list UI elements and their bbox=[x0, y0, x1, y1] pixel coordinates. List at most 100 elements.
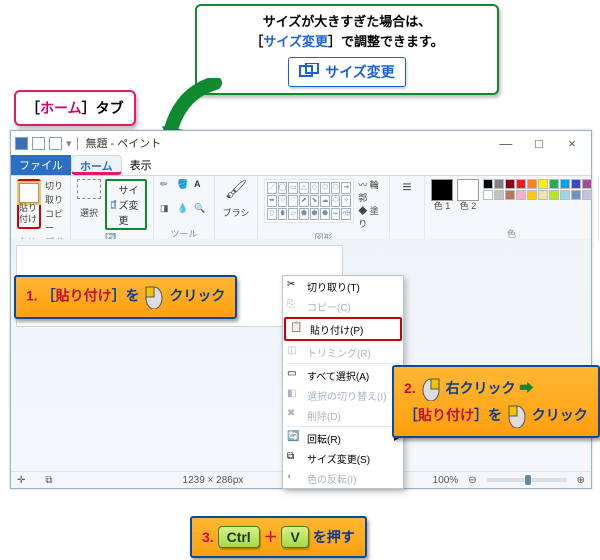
paste-icon: 📋 bbox=[290, 322, 304, 336]
resize-button-sample[interactable]: サイズ変更 bbox=[288, 57, 406, 87]
color-palette[interactable] bbox=[483, 179, 592, 200]
zoom-icon[interactable]: 🔍 bbox=[194, 203, 208, 217]
copy-icon: ⎘ bbox=[287, 299, 301, 313]
palette-swatch[interactable] bbox=[560, 190, 570, 200]
palette-swatch[interactable] bbox=[549, 179, 559, 189]
resize-icon bbox=[111, 200, 116, 210]
window-title: 無題 - ペイント bbox=[85, 135, 161, 151]
copy-button[interactable]: コピー bbox=[45, 207, 64, 235]
fill-icon[interactable]: 🪣 bbox=[177, 179, 191, 193]
qat-undo-icon[interactable] bbox=[32, 137, 45, 150]
maximize-button[interactable]: □ bbox=[524, 136, 554, 151]
zoom-slider[interactable] bbox=[487, 478, 567, 482]
eraser-icon[interactable]: ◨ bbox=[160, 203, 174, 217]
rotate-icon: 🔄 bbox=[287, 431, 301, 445]
step2-box: 2. 右クリック ➡ ［貼り付け］を クリック bbox=[392, 365, 600, 438]
ctx-swap-selection: ◧選択の切り替え(I) bbox=[283, 385, 403, 405]
ctx-cut[interactable]: ✂切り取り(T) bbox=[283, 276, 403, 296]
group-brush: 🖌ブラシ bbox=[215, 176, 258, 241]
qat-redo-icon[interactable] bbox=[49, 137, 62, 150]
mouse-icon bbox=[422, 377, 440, 401]
home-tab-callout: ［ホーム］タブ bbox=[14, 90, 136, 126]
ctx-trim: ◫トリミング(R) bbox=[283, 342, 403, 362]
ribbon-resize-button[interactable]: サイズ変更 bbox=[105, 179, 147, 230]
ctx-resize[interactable]: ⧉サイズ変更(S) bbox=[283, 448, 403, 468]
qat-save-icon[interactable] bbox=[15, 137, 28, 150]
palette-swatch[interactable] bbox=[538, 179, 548, 189]
shapes-gallery[interactable]: ／◯▭△◇⬠⬡➔ ⬌☆♡⬈⬊☁⬭✧ ⬯⬮▱⬟⬢⬣⬰⬲ bbox=[264, 179, 354, 223]
palette-swatch[interactable] bbox=[582, 179, 592, 189]
palette-swatch[interactable] bbox=[505, 190, 515, 200]
picker-icon[interactable]: 💧 bbox=[177, 203, 191, 217]
palette-swatch[interactable] bbox=[560, 179, 570, 189]
zoom-out-button[interactable]: ⊖ bbox=[468, 475, 476, 486]
ctx-delete: ✖削除(D) bbox=[283, 405, 403, 425]
palette-swatch[interactable] bbox=[527, 179, 537, 189]
palette-swatch[interactable] bbox=[516, 190, 526, 200]
context-menu: ✂切り取り(T) ⎘コピー(C) 📋貼り付け(P) ◫トリミング(R) ▭すべて… bbox=[282, 275, 404, 489]
palette-swatch[interactable] bbox=[494, 179, 504, 189]
pencil-icon[interactable]: ✏ bbox=[160, 179, 174, 193]
ctx-paste[interactable]: 📋貼り付け(P) bbox=[284, 317, 402, 341]
tip-link-word: サイズ変更 bbox=[263, 34, 328, 49]
minimize-button[interactable]: — bbox=[491, 136, 521, 151]
group-tool: ✏ 🪣 A ◨ 💧 🔍 ツール bbox=[154, 176, 215, 241]
arrow-right-icon: ➡ bbox=[519, 380, 533, 396]
text-icon[interactable]: A bbox=[194, 179, 208, 193]
ctx-rotate[interactable]: 🔄回転(R)▸ bbox=[283, 428, 403, 448]
group-shapes: ／◯▭△◇⬠⬡➔ ⬌☆♡⬈⬊☁⬭✧ ⬯⬮▱⬟⬢⬣⬰⬲ 〰 輪郭 ◆ 塗り 図形 bbox=[258, 176, 390, 241]
invert-icon: ◐ bbox=[287, 471, 301, 485]
group-color: 色 1 色 2 色 bbox=[425, 176, 599, 241]
scissors-icon: ✂ bbox=[287, 279, 301, 293]
color1-swatch[interactable] bbox=[431, 179, 453, 201]
swap-icon: ◧ bbox=[287, 388, 301, 402]
tab-home[interactable]: ホーム bbox=[71, 155, 122, 175]
cut-button[interactable]: 切り取り bbox=[45, 179, 64, 207]
canvas-dims: 1239 × 286px bbox=[183, 475, 244, 486]
palette-swatch[interactable] bbox=[571, 190, 581, 200]
color2-swatch[interactable] bbox=[457, 179, 479, 201]
tab-file[interactable]: ファイル bbox=[11, 155, 71, 175]
select-all-icon: ▭ bbox=[287, 368, 301, 382]
palette-swatch[interactable] bbox=[549, 190, 559, 200]
palette-swatch[interactable] bbox=[483, 190, 493, 200]
palette-swatch[interactable] bbox=[505, 179, 515, 189]
ribbon: 貼り付け 切り取り コピー クリップボード 選択 サイズ変更 bbox=[11, 176, 591, 242]
zoom-in-button[interactable]: ⊕ bbox=[577, 475, 585, 486]
select-button[interactable]: 選択 bbox=[77, 179, 101, 219]
home-word: ホーム bbox=[40, 100, 82, 116]
palette-swatch[interactable] bbox=[483, 179, 493, 189]
fill-shape-button[interactable]: ◆ 塗り bbox=[358, 205, 383, 231]
tab-view[interactable]: 表示 bbox=[122, 155, 160, 175]
ctx-invert: ◐色の反転(I) bbox=[283, 468, 403, 488]
step1-box: 1. ［貼り付け］を クリック bbox=[14, 275, 237, 319]
close-button[interactable]: × bbox=[557, 136, 587, 151]
palette-swatch[interactable] bbox=[582, 190, 592, 200]
ctx-copy: ⎘コピー(C) bbox=[283, 296, 403, 316]
palette-swatch[interactable] bbox=[516, 179, 526, 189]
brush-icon: 🖌 bbox=[225, 179, 248, 200]
palette-swatch[interactable] bbox=[527, 190, 537, 200]
crop-icon: ◫ bbox=[287, 345, 301, 359]
ctx-select-all[interactable]: ▭すべて選択(A) bbox=[283, 365, 403, 385]
ribbon-tabs: ファイル ホーム 表示 bbox=[11, 155, 591, 176]
paste-icon bbox=[19, 183, 39, 203]
width-icon[interactable]: ≡ bbox=[402, 179, 411, 197]
palette-swatch[interactable] bbox=[571, 179, 581, 189]
outline-button[interactable]: 〰 輪郭 bbox=[358, 179, 383, 205]
tip-resize-callout: サイズが大きすぎた場合は、 ［サイズ変更］で調整できます。 サイズ変更 bbox=[195, 4, 499, 95]
delete-icon: ✖ bbox=[287, 408, 301, 422]
key-ctrl: Ctrl bbox=[218, 526, 260, 548]
resize-icon: ⧉ bbox=[287, 451, 301, 465]
brush-button[interactable]: 🖌ブラシ bbox=[221, 179, 251, 219]
resize-icon bbox=[299, 63, 319, 82]
palette-swatch[interactable] bbox=[494, 190, 504, 200]
key-v: V bbox=[281, 526, 308, 548]
palette-swatch[interactable] bbox=[538, 190, 548, 200]
mouse-icon bbox=[508, 404, 526, 428]
group-width: ≡ bbox=[390, 176, 425, 241]
paste-button[interactable]: 貼り付け bbox=[17, 179, 41, 229]
tip-line1: サイズが大きすぎた場合は、 bbox=[263, 14, 432, 29]
group-image: 選択 サイズ変更 🔄 イメージ bbox=[71, 176, 154, 241]
selection-size-icon: ⧉ bbox=[45, 475, 52, 486]
